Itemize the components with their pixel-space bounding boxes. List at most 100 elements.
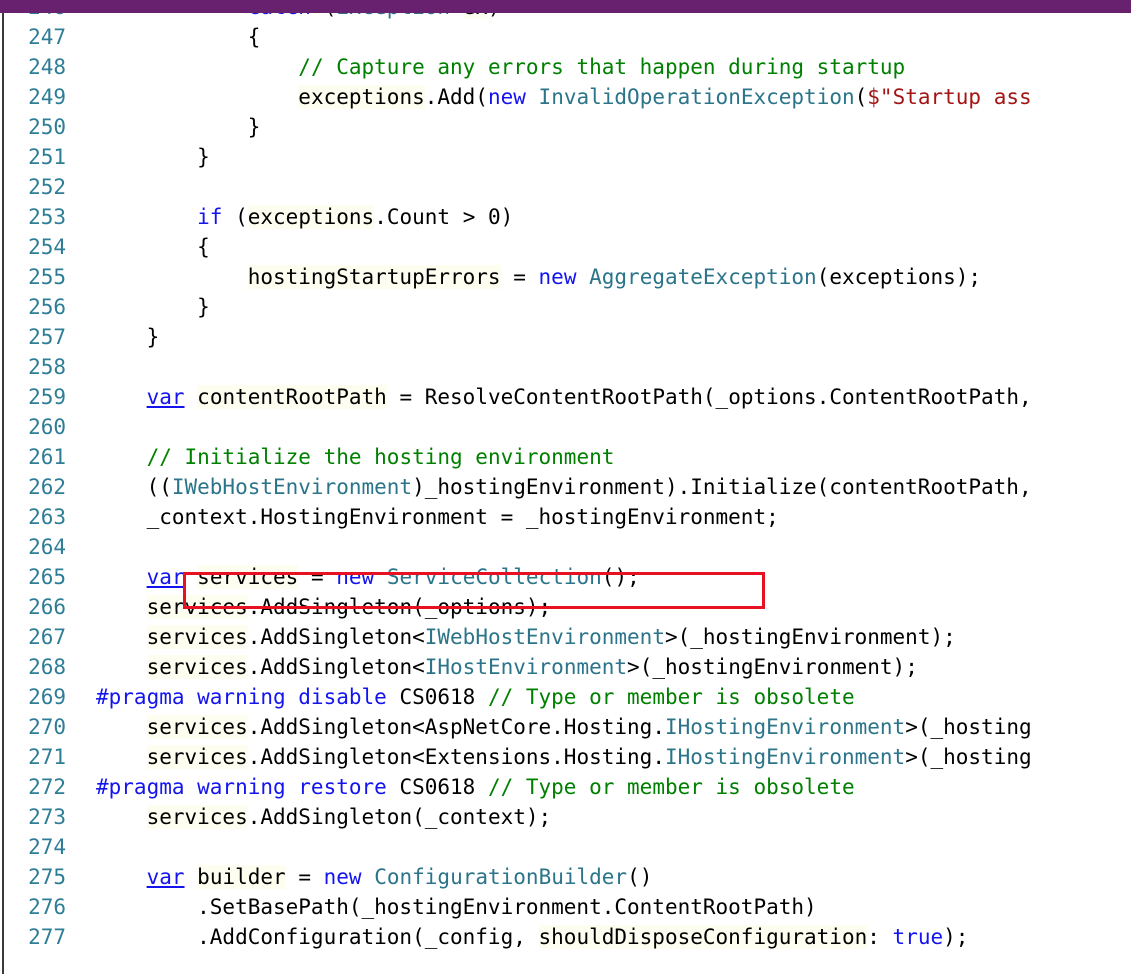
token-punct: )_hostingEnvironment).Initialize(content… [412,475,1032,499]
code-line-258[interactable]: 258 [0,352,1131,382]
token-id: exceptions [247,205,375,229]
token-punct: ) [500,205,514,229]
code-line-255[interactable]: 255 hostingStartupErrors = new Aggregate… [0,262,1131,292]
code-text-254[interactable]: { [96,232,210,262]
code-line-248[interactable]: 248 // Capture any errors that happen du… [0,52,1131,82]
token-punct: } [96,145,210,169]
token-id: services [146,655,248,679]
code-text-275[interactable]: var builder = new ConfigurationBuilder() [96,862,652,892]
token-punct: >(_hostingEnvironment); [664,625,956,649]
code-line-271[interactable]: 271 services.AddSingleton<Extensions.Hos… [0,742,1131,772]
code-text-265[interactable]: var services = new ServiceCollection(); [96,562,640,592]
code-text-255[interactable]: hostingStartupErrors = new AggregateExce… [96,262,981,292]
code-text-248[interactable]: // Capture any errors that happen during… [96,52,905,82]
code-line-250[interactable]: 250 } [0,112,1131,142]
line-number-262: 262 [28,475,66,499]
token-cmt: // Capture any errors that happen during… [298,55,906,79]
line-number-263: 263 [28,505,66,529]
token-kw: new [323,865,362,889]
line-number-254: 254 [28,235,66,259]
code-line-262[interactable]: 262 ((IWebHostEnvironment)_hostingEnviro… [0,472,1131,502]
token-type: IHostingEnvironment [664,715,906,739]
token-punct: (( [96,475,172,499]
code-line-268[interactable]: 268 services.AddSingleton<IHostEnvironme… [0,652,1131,682]
code-text-251[interactable]: } [96,142,210,172]
line-number-252: 252 [28,175,66,199]
token-punct: .AddConfiguration(_config, [96,925,539,949]
line-number-265: 265 [28,565,66,589]
code-text-262[interactable]: ((IWebHostEnvironment)_hostingEnvironmen… [96,472,1032,502]
code-text-272[interactable]: #pragma warning restore CS0618 // Type o… [96,772,855,802]
token-id: services [146,625,248,649]
code-line-260[interactable]: 260 [0,412,1131,442]
code-text-261[interactable]: // Initialize the hosting environment [96,442,615,472]
line-number-266: 266 [28,595,66,619]
token-var: var [146,385,185,409]
token-punct: .AddSingleton(_context); [247,805,552,829]
code-text-273[interactable]: services.AddSingleton(_context); [96,802,551,832]
line-number-273: 273 [28,805,66,829]
code-line-251[interactable]: 251 } [0,142,1131,172]
code-line-254[interactable]: 254 { [0,232,1131,262]
code-line-272[interactable]: 272 #pragma warning restore CS0618 // Typ… [0,772,1131,802]
code-text-249[interactable]: exceptions.Add(new InvalidOperationExcep… [96,82,1032,112]
line-number-267: 267 [28,625,66,649]
code-line-247[interactable]: 247 { [0,22,1131,52]
code-line-277[interactable]: 277 .AddConfiguration(_config, shouldDis… [0,922,1131,952]
code-text-266[interactable]: services.AddSingleton(_options); [96,592,551,622]
token-plain: CS0618 [386,775,488,799]
token-punct: = [500,265,539,289]
token-punct: = [298,565,337,589]
token-punct: : [867,925,893,949]
line-number-258: 258 [28,355,66,379]
code-line-275[interactable]: 275 var builder = new ConfigurationBuild… [0,862,1131,892]
token-punct: .Add( [424,85,488,109]
token-type: InvalidOperationException [538,85,855,109]
code-text-267[interactable]: services.AddSingleton<IWebHostEnvironmen… [96,622,956,652]
token-punct: = ResolveContentRootPath(_options.Conten… [386,385,1032,409]
code-line-253[interactable]: 253 if (exceptions.Count > 0) [0,202,1131,232]
code-line-270[interactable]: 270 services.AddSingleton<AspNetCore.Hos… [0,712,1131,742]
code-text-250[interactable]: } [96,112,261,142]
token-punct: _context.HostingEnvironment = _hostingEn… [96,505,779,529]
code-text-268[interactable]: services.AddSingleton<IHostEnvironment>(… [96,652,918,682]
code-line-257[interactable]: 257 } [0,322,1131,352]
token-pragma: #pragma warning restore [96,775,387,799]
code-line-266[interactable]: 266 services.AddSingleton(_options); [0,592,1131,622]
code-line-267[interactable]: 267 services.AddSingleton<IWebHostEnviro… [0,622,1131,652]
code-line-264[interactable]: 264 [0,532,1131,562]
code-text-276[interactable]: .SetBasePath(_hostingEnvironment.Content… [96,892,817,922]
code-text-256[interactable]: } [96,292,210,322]
code-text-271[interactable]: services.AddSingleton<Extensions.Hosting… [96,742,1032,772]
code-line-276[interactable]: 276 .SetBasePath(_hostingEnvironment.Con… [0,892,1131,922]
code-text-277[interactable]: .AddConfiguration(_config, shouldDispose… [96,922,968,952]
code-line-274[interactable]: 274 [0,832,1131,862]
line-number-256: 256 [28,295,66,319]
code-text-253[interactable]: if (exceptions.Count > 0) [96,202,513,232]
code-text-270[interactable]: services.AddSingleton<AspNetCore.Hosting… [96,712,1032,742]
token-id: services [146,715,248,739]
code-line-256[interactable]: 256 } [0,292,1131,322]
code-line-252[interactable]: 252 [0,172,1131,202]
code-editor: 246 catch (Exception ex)247 {248 // Capt… [0,0,1131,974]
token-punct: } [96,295,210,319]
code-surface[interactable]: 246 catch (Exception ex)247 {248 // Capt… [0,0,1131,974]
code-line-249[interactable]: 249 exceptions.Add(new InvalidOperationE… [0,82,1131,112]
code-line-259[interactable]: 259 var contentRootPath = ResolveContent… [0,382,1131,412]
code-line-263[interactable]: 263 _context.HostingEnvironment = _hosti… [0,502,1131,532]
code-text-247[interactable]: { [96,22,261,52]
code-line-273[interactable]: 273 services.AddSingleton(_context); [0,802,1131,832]
code-line-269[interactable]: 269 #pragma warning disable CS0618 // Typ… [0,682,1131,712]
code-text-263[interactable]: _context.HostingEnvironment = _hostingEn… [96,502,779,532]
code-text-269[interactable]: #pragma warning disable CS0618 // Type o… [96,682,855,712]
code-line-265[interactable]: 265 var services = new ServiceCollection… [0,562,1131,592]
token-id: services [197,565,299,589]
line-number-261: 261 [28,445,66,469]
code-line-261[interactable]: 261 // Initialize the hosting environmen… [0,442,1131,472]
code-text-257[interactable]: } [96,322,160,352]
code-text-259[interactable]: var contentRootPath = ResolveContentRoot… [96,382,1032,412]
